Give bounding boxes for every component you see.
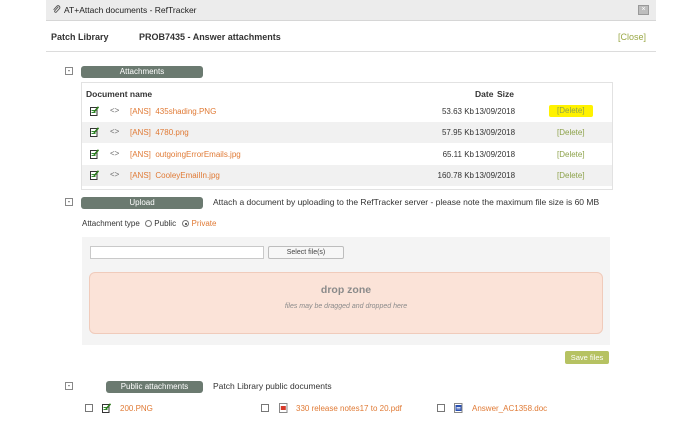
document-size: 65.11 Kb [442, 150, 474, 159]
document-date: 13/09/2018 [475, 107, 516, 116]
paperclip-icon [53, 5, 61, 13]
delete-link[interactable]: [Delete] [557, 171, 585, 180]
attachments-collapse-toggle[interactable]: - [65, 67, 73, 75]
private-radio[interactable] [182, 220, 190, 227]
window-title-bar: AT+Attach documents - RefTracker × [46, 0, 656, 21]
dialog-header: Patch Library PROB7435 - Answer attachme… [46, 21, 656, 52]
link-icon[interactable]: <> [110, 149, 119, 158]
public-item-link[interactable]: 200.PNG [120, 404, 153, 413]
public-item-link[interactable]: 330 release notes17 to 20.pdf [296, 404, 402, 413]
edit-document-icon[interactable] [90, 170, 99, 180]
upload-description: Attach a document by uploading to the Re… [213, 197, 600, 207]
document-date: 13/09/2018 [475, 150, 516, 159]
document-link[interactable]: [ANS] outgoingErrorEmails.jpg [130, 150, 241, 159]
edit-document-icon[interactable] [90, 127, 99, 137]
link-icon[interactable]: <> [110, 127, 119, 136]
drop-zone-title: drop zone [320, 284, 372, 296]
public-collapse-toggle[interactable]: - [65, 382, 73, 390]
attachment-type-group: Attachment type Public Private [82, 219, 216, 228]
attachments-section-label: Attachments [81, 66, 203, 78]
public-item-checkbox[interactable] [85, 404, 93, 412]
close-link[interactable]: [Close] [618, 32, 646, 42]
window-close-icon[interactable]: × [638, 5, 649, 15]
attachment-type-label: Attachment type [82, 219, 140, 228]
attachments-table: Document name Size Date <> [ANS] 435shad… [81, 82, 613, 190]
document-link[interactable]: [ANS] CooleyEmailIn.jpg [130, 171, 220, 180]
public-attachments-description: Patch Library public documents [213, 381, 332, 391]
column-header-date: Date [475, 89, 494, 99]
dialog-subtitle: PROB7435 - Answer attachments [139, 32, 281, 42]
link-icon[interactable]: <> [110, 170, 119, 179]
delete-link[interactable]: [Delete] [557, 150, 585, 159]
delete-link[interactable]: [Delete] [549, 105, 593, 117]
attach-documents-window: AT+Attach documents - RefTracker × Patch… [46, 0, 656, 435]
edit-document-icon[interactable] [90, 106, 99, 116]
table-row: <> [ANS] 435shading.PNG 53.63 Kb 13/09/2… [82, 101, 612, 122]
edit-document-icon[interactable] [90, 149, 99, 159]
save-files-button[interactable]: Save files [565, 351, 609, 364]
select-files-button[interactable]: Select file(s) [268, 246, 344, 259]
document-size: 160.78 Kb [437, 171, 474, 180]
upload-collapse-toggle[interactable]: - [65, 198, 73, 206]
upload-section-label: Upload [81, 197, 203, 209]
public-attachments-section-label: Public attachments [106, 381, 203, 393]
public-item-checkbox[interactable] [437, 404, 445, 412]
table-row: <> [ANS] outgoingErrorEmails.jpg 65.11 K… [82, 144, 612, 165]
document-size: 53.63 Kb [441, 107, 474, 116]
image-file-icon [102, 403, 111, 413]
upload-panel: Select file(s) drop zone files may be dr… [82, 237, 610, 345]
document-link[interactable]: [ANS] 435shading.PNG [130, 107, 216, 116]
document-size: 57.95 Kb [441, 128, 474, 137]
word-file-icon [454, 403, 463, 413]
document-link[interactable]: [ANS] 4780.png [130, 128, 189, 137]
public-item-checkbox[interactable] [261, 404, 269, 412]
pdf-file-icon [279, 403, 288, 413]
column-header-document-name: Document name [86, 89, 153, 99]
window-title: AT+Attach documents - RefTracker [64, 5, 197, 15]
column-header-size: Size [496, 89, 514, 99]
public-item-link[interactable]: Answer_AC1358.doc [472, 404, 547, 413]
delete-link[interactable]: [Delete] [557, 128, 585, 137]
table-row: <> [ANS] CooleyEmailIn.jpg 160.78 Kb 13/… [82, 165, 612, 186]
drop-zone[interactable]: drop zone files may be dragged and dropp… [89, 272, 603, 334]
link-icon[interactable]: <> [110, 106, 119, 115]
public-radio[interactable] [145, 220, 153, 227]
public-radio-label[interactable]: Public [154, 219, 176, 228]
document-date: 13/09/2018 [475, 128, 516, 137]
table-row: <> [ANS] 4780.png 57.95 Kb 13/09/2018 [D… [82, 122, 612, 143]
drop-zone-hint: files may be dragged and dropped here [284, 303, 408, 310]
document-date: 13/09/2018 [475, 171, 516, 180]
private-radio-label[interactable]: Private [192, 219, 217, 228]
file-path-input[interactable] [90, 246, 264, 259]
module-title: Patch Library [51, 32, 109, 42]
